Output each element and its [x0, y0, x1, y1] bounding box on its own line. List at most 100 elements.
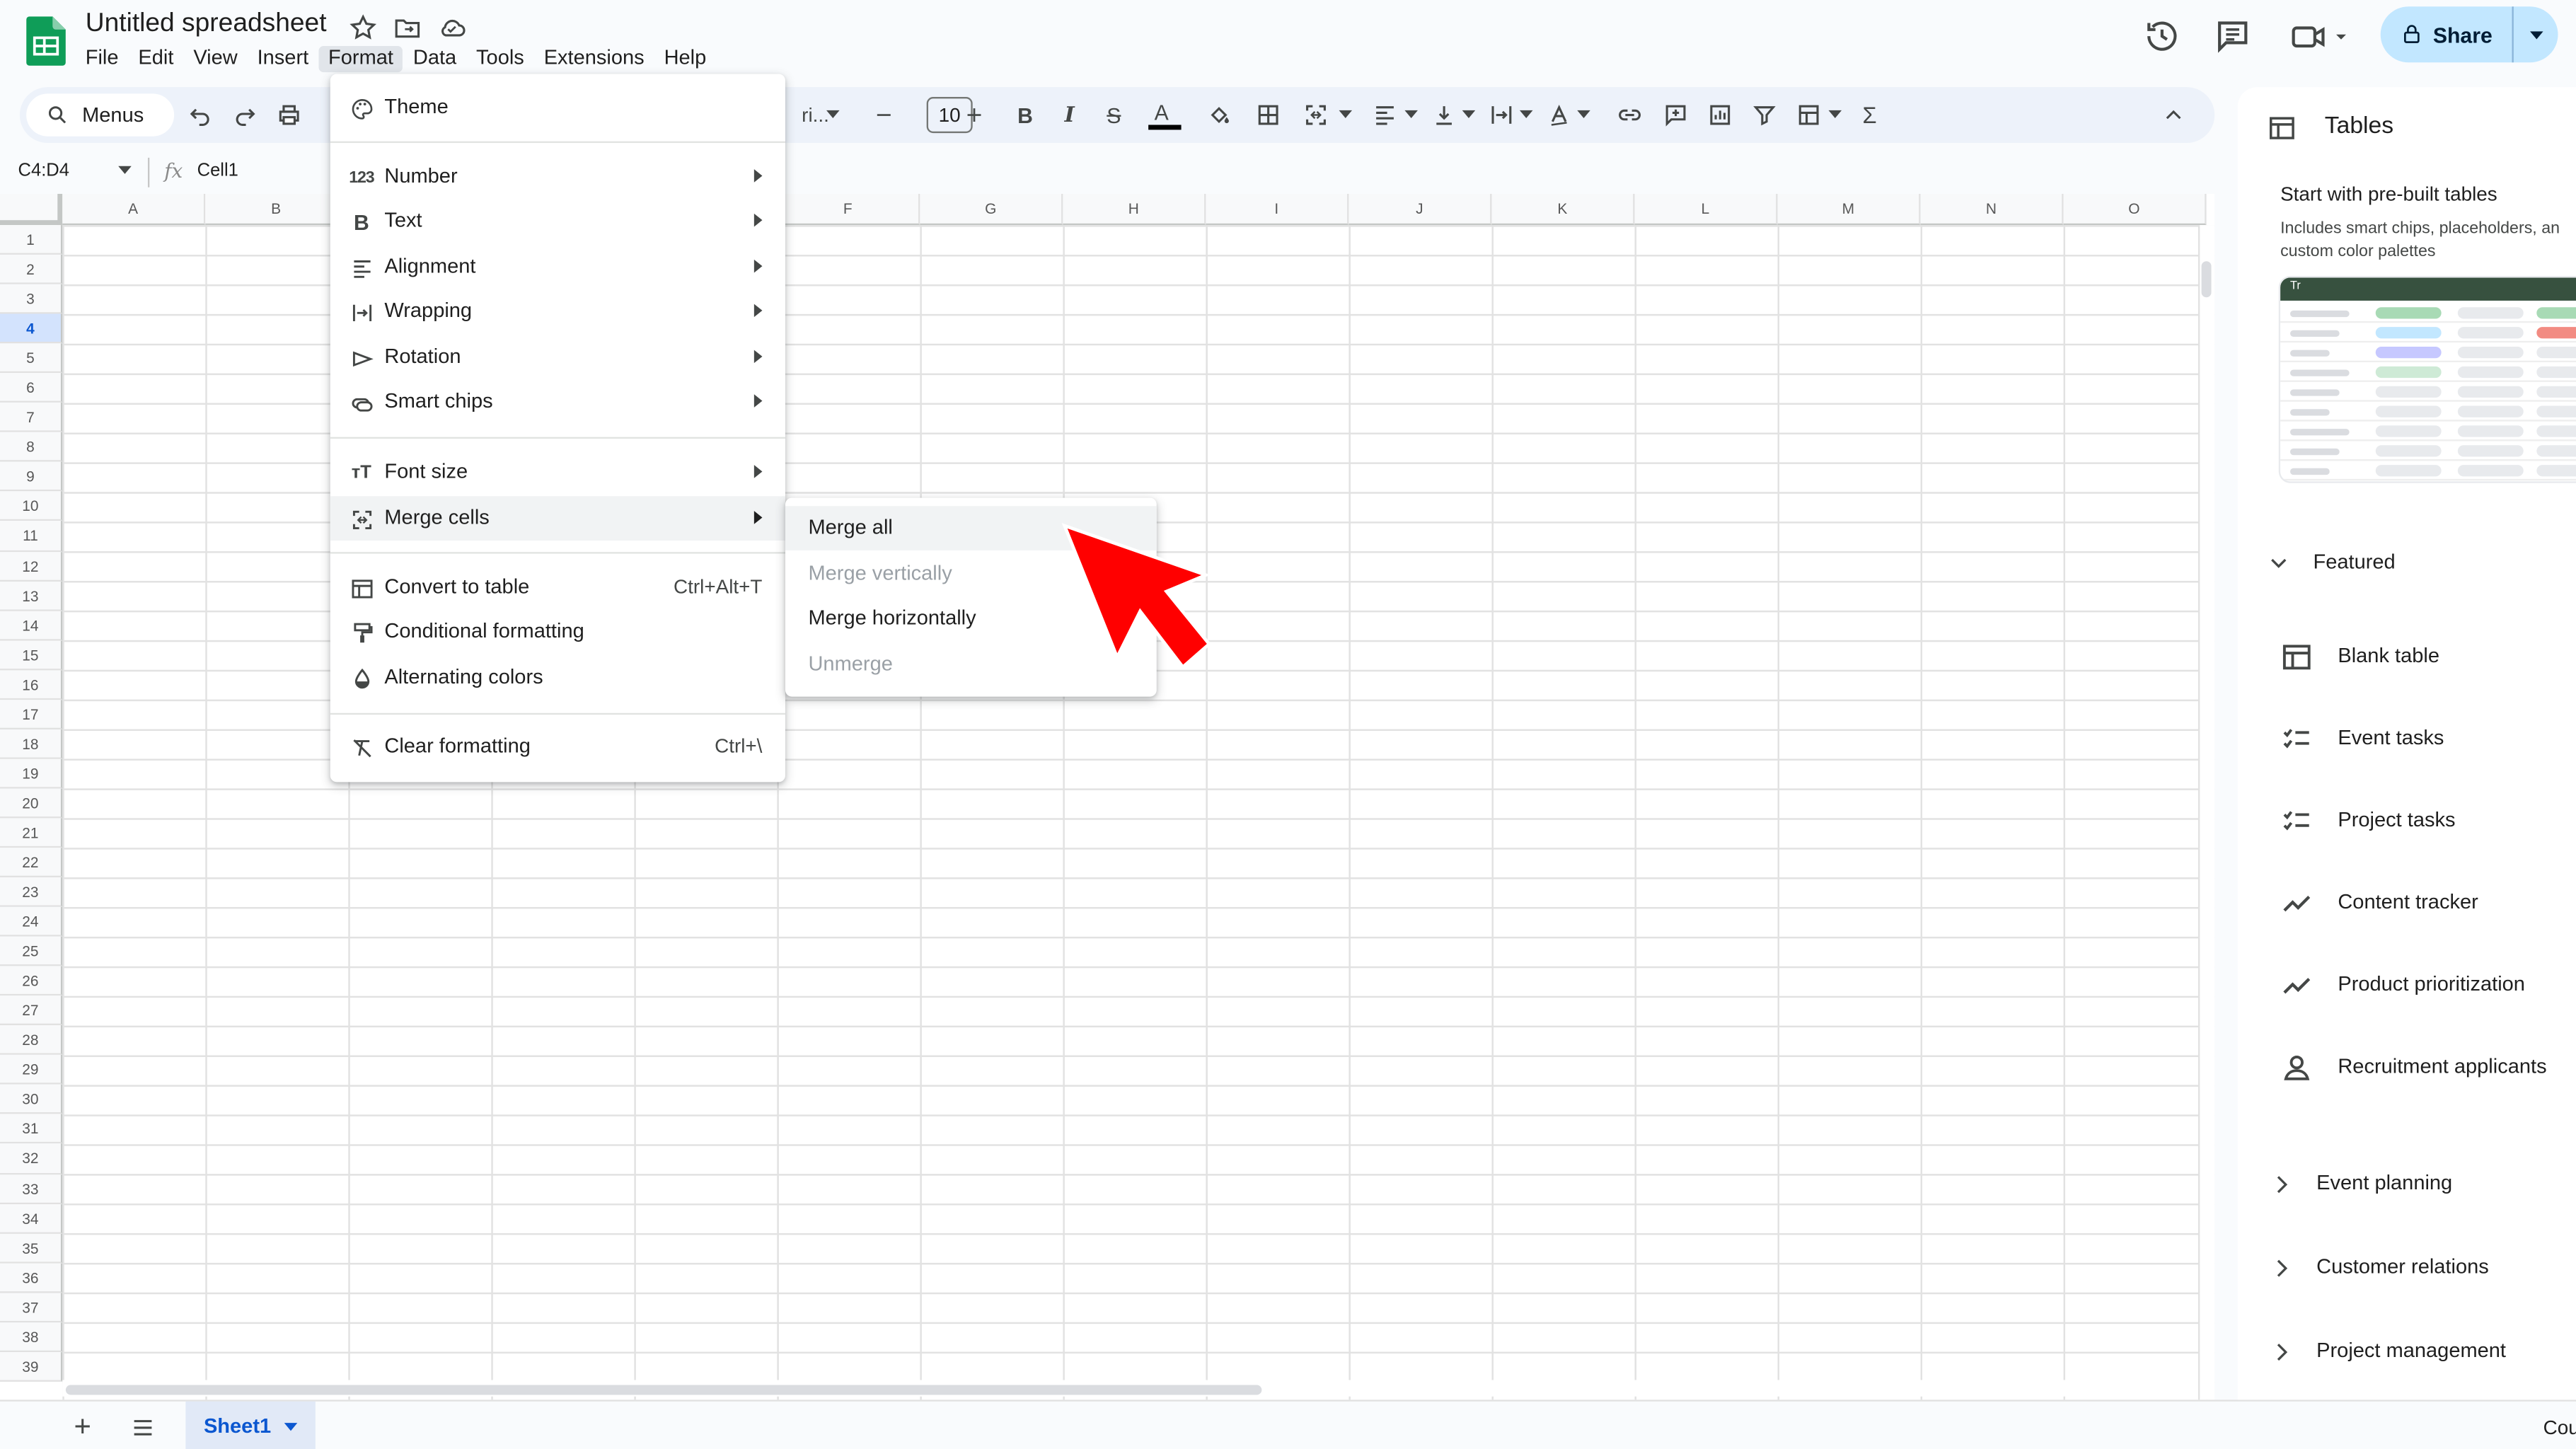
insert-link-icon[interactable] [1615, 100, 1645, 130]
row-header[interactable]: 36 [0, 1262, 63, 1293]
name-box-chevron-down-icon[interactable] [118, 166, 132, 175]
cloud-status-icon[interactable] [437, 13, 467, 43]
vertical-scrollbar[interactable] [2197, 225, 2215, 1400]
insert-chart-icon[interactable] [1705, 100, 1735, 130]
format-menu-text[interactable]: B Text [330, 199, 785, 243]
template-recruitment-applicants[interactable]: Recruitment applicants [2338, 1055, 2546, 1078]
row-header[interactable]: 31 [0, 1114, 63, 1145]
format-menu-convert-to-table[interactable]: Convert to table Ctrl+Alt+T [330, 565, 785, 610]
format-menu-number[interactable]: 123 Number [330, 154, 785, 199]
redo-icon[interactable] [230, 100, 260, 130]
row-header[interactable]: 4 [0, 313, 63, 344]
format-menu-wrapping[interactable]: Wrapping [330, 289, 785, 334]
italic-icon[interactable]: I [1055, 100, 1085, 130]
selection-count[interactable]: Cou [2543, 1416, 2576, 1440]
add-sheet-button[interactable]: + [74, 1409, 91, 1444]
menu-tools[interactable]: Tools [466, 46, 534, 72]
column-header[interactable]: B [205, 194, 349, 226]
prebuilt-table-preview[interactable]: Tr [2280, 277, 2576, 482]
row-header[interactable]: 6 [0, 373, 63, 403]
row-header[interactable]: 29 [0, 1055, 63, 1085]
column-header[interactable]: K [1491, 194, 1635, 226]
row-header[interactable]: 10 [0, 492, 63, 522]
section-event-planning[interactable]: Event planning [2316, 1172, 2452, 1195]
format-menu-merge-cells[interactable]: Merge cells [330, 496, 785, 541]
row-header[interactable]: 32 [0, 1144, 63, 1174]
column-header[interactable]: O [2063, 194, 2207, 226]
sheet-tab-sheet1[interactable]: Sheet1 [185, 1401, 316, 1449]
sheet-options-chevron-down-icon[interactable] [284, 1422, 298, 1431]
row-header[interactable]: 33 [0, 1174, 63, 1204]
column-header[interactable]: F [777, 194, 920, 226]
meet-video-icon[interactable] [2289, 16, 2355, 56]
column-header[interactable]: I [1206, 194, 1349, 226]
star-icon[interactable] [348, 13, 378, 43]
horizontal-scrollbar[interactable] [62, 1380, 2198, 1397]
row-header[interactable]: 23 [0, 877, 63, 907]
fill-color-icon[interactable] [1204, 100, 1234, 130]
format-menu-conditional-formatting[interactable]: Conditional formatting [330, 609, 785, 654]
row-header[interactable]: 22 [0, 848, 63, 878]
section-project-management[interactable]: Project management [2316, 1339, 2506, 1363]
merge-options-chevron-down-icon[interactable] [1339, 110, 1353, 119]
format-menu-font-size[interactable]: тT Font size [330, 450, 785, 495]
merge-cells-icon[interactable] [1301, 100, 1331, 130]
version-history-icon[interactable] [2142, 16, 2182, 56]
template-event-tasks[interactable]: Event tasks [2338, 726, 2444, 749]
sheets-logo-icon[interactable] [26, 16, 66, 66]
row-header[interactable]: 35 [0, 1232, 63, 1263]
insert-comment-icon[interactable] [1661, 100, 1691, 130]
format-menu-clear-formatting[interactable]: Clear formatting Ctrl+\ [330, 724, 785, 769]
move-folder-icon[interactable] [393, 13, 422, 43]
format-menu-smart-chips[interactable]: Smart chips [330, 379, 785, 424]
increase-font-size-icon[interactable] [959, 100, 989, 130]
event-planning-chevron-right-icon[interactable] [2270, 1173, 2294, 1196]
row-header[interactable]: 15 [0, 640, 63, 670]
featured-collapse-chevron-down-icon[interactable] [2267, 552, 2290, 575]
row-header[interactable]: 26 [0, 966, 63, 996]
vertical-align-chevron-down-icon[interactable] [1462, 110, 1476, 119]
text-wrapping-chevron-down-icon[interactable] [1519, 110, 1533, 119]
column-header[interactable]: G [920, 194, 1063, 226]
menu-view[interactable]: View [183, 46, 247, 72]
text-wrapping-icon[interactable] [1487, 100, 1517, 130]
row-header[interactable]: 9 [0, 462, 63, 492]
row-header[interactable]: 39 [0, 1351, 63, 1382]
column-header[interactable]: L [1634, 194, 1778, 226]
column-header[interactable]: N [1920, 194, 2064, 226]
menu-extensions[interactable]: Extensions [534, 46, 654, 72]
row-header[interactable]: 37 [0, 1292, 63, 1322]
menu-insert[interactable]: Insert [248, 46, 318, 72]
document-title[interactable]: Untitled spreadsheet [86, 10, 327, 40]
row-header[interactable]: 25 [0, 936, 63, 966]
text-rotation-icon[interactable] [1544, 100, 1574, 130]
template-project-tasks[interactable]: Project tasks [2338, 808, 2455, 831]
name-box[interactable]: C4:D4 [18, 161, 69, 181]
row-header[interactable]: 19 [0, 758, 63, 789]
row-header[interactable]: 34 [0, 1203, 63, 1233]
project-management-chevron-right-icon[interactable] [2270, 1341, 2294, 1364]
row-header[interactable]: 27 [0, 995, 63, 1026]
menu-edit[interactable]: Edit [128, 46, 183, 72]
row-header[interactable]: 14 [0, 610, 63, 640]
table-view-chevron-down-icon[interactable] [1828, 110, 1842, 119]
vertical-scroll-thumb[interactable] [2201, 261, 2212, 298]
row-header[interactable]: 30 [0, 1085, 63, 1115]
horizontal-align-icon[interactable] [1370, 100, 1400, 130]
format-menu-alignment[interactable]: Alignment [330, 245, 785, 289]
filter-icon[interactable] [1750, 100, 1779, 130]
featured-section-title[interactable]: Featured [2314, 550, 2396, 574]
horizontal-align-chevron-down-icon[interactable] [1404, 110, 1418, 119]
row-header[interactable]: 21 [0, 818, 63, 848]
row-header[interactable]: 13 [0, 581, 63, 611]
row-header[interactable]: 28 [0, 1025, 63, 1056]
search-menus-button[interactable]: Menus [26, 93, 175, 137]
font-family-chevron-down-icon[interactable] [826, 110, 840, 119]
row-header[interactable]: 18 [0, 729, 63, 759]
format-menu-alternating-colors[interactable]: Alternating colors [330, 656, 785, 700]
customer-relations-chevron-right-icon[interactable] [2270, 1257, 2294, 1280]
row-header[interactable]: 7 [0, 403, 63, 433]
vertical-align-icon[interactable] [1429, 100, 1459, 130]
row-header[interactable]: 3 [0, 284, 63, 314]
all-sheets-list-icon[interactable] [129, 1414, 156, 1441]
